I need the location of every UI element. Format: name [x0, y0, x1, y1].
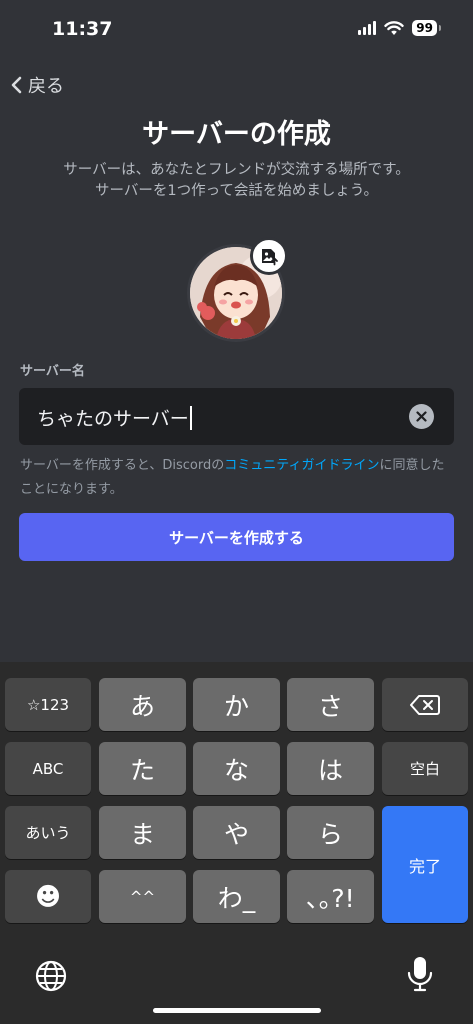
- notice-prefix: サーバーを作成すると、Discordの: [20, 458, 225, 473]
- server-name-label: サーバー名: [20, 364, 85, 379]
- image-upload-icon: [262, 249, 278, 266]
- key-na[interactable]: な: [193, 742, 280, 795]
- space-key[interactable]: 空白: [382, 742, 468, 795]
- key-kana[interactable]: あいう: [5, 806, 91, 859]
- page-title: サーバーの作成: [142, 119, 331, 150]
- key-kaomoji[interactable]: ^^: [99, 870, 186, 923]
- home-indicator: [153, 1008, 321, 1013]
- upload-image-button[interactable]: [250, 237, 288, 275]
- close-icon: [416, 411, 427, 422]
- wifi-icon: [384, 20, 404, 35]
- description-line: サーバーは、あなたとフレンドが交流する場所です。: [63, 162, 410, 178]
- key-ma[interactable]: ま: [99, 806, 186, 859]
- community-guidelines-link[interactable]: コミュニティガイドライン: [224, 458, 379, 473]
- keyboard: ☆123 あ か さ ABC た な は 空白 あいう ま や ら 完了 ☻ ^…: [0, 662, 473, 1024]
- status-indicators: 99: [358, 20, 441, 36]
- microphone-icon: [407, 957, 433, 992]
- delete-key[interactable]: [382, 678, 468, 731]
- key-ha[interactable]: は: [287, 742, 374, 795]
- key-ta[interactable]: た: [99, 742, 186, 795]
- page-description: サーバーは、あなたとフレンドが交流する場所です。 サーバーを1つ作って会話を始め…: [20, 160, 453, 202]
- status-time: 11:37: [52, 18, 113, 40]
- key-a[interactable]: あ: [99, 678, 186, 731]
- backspace-icon: [410, 694, 440, 715]
- back-button[interactable]: 戻る: [10, 72, 64, 98]
- input-text: ちゃたのサーバー: [37, 408, 189, 430]
- server-name-value[interactable]: ちゃたのサーバー: [37, 404, 192, 431]
- description-line: サーバーを1つ作って会話を始めましょう。: [95, 183, 378, 199]
- globe-button[interactable]: [34, 959, 70, 995]
- key-punctuation[interactable]: ､｡?!: [287, 870, 374, 923]
- key-abc[interactable]: ABC: [5, 742, 91, 795]
- key-ka[interactable]: か: [193, 678, 280, 731]
- globe-icon: [35, 960, 67, 992]
- back-label: 戻る: [28, 76, 64, 97]
- battery-indicator: 99: [412, 20, 441, 36]
- key-numbers[interactable]: ☆123: [5, 678, 91, 731]
- key-wa[interactable]: わ_: [193, 870, 280, 923]
- key-ra[interactable]: ら: [287, 806, 374, 859]
- server-name-input[interactable]: ちゃたのサーバー: [19, 388, 454, 445]
- create-server-button[interactable]: サーバーを作成する: [19, 513, 454, 561]
- emoji-key[interactable]: ☻: [5, 870, 91, 923]
- guidelines-notice: サーバーを作成すると、Discordのコミュニティガイドラインに同意したことにな…: [20, 454, 455, 502]
- text-caret: [189, 406, 192, 430]
- chevron-left-icon: [11, 76, 22, 94]
- key-sa[interactable]: さ: [287, 678, 374, 731]
- clear-input-button[interactable]: [409, 404, 434, 429]
- done-key[interactable]: 完了: [382, 806, 468, 923]
- key-ya[interactable]: や: [193, 806, 280, 859]
- cellular-signal-icon: [358, 21, 377, 35]
- dictation-button[interactable]: [406, 955, 436, 995]
